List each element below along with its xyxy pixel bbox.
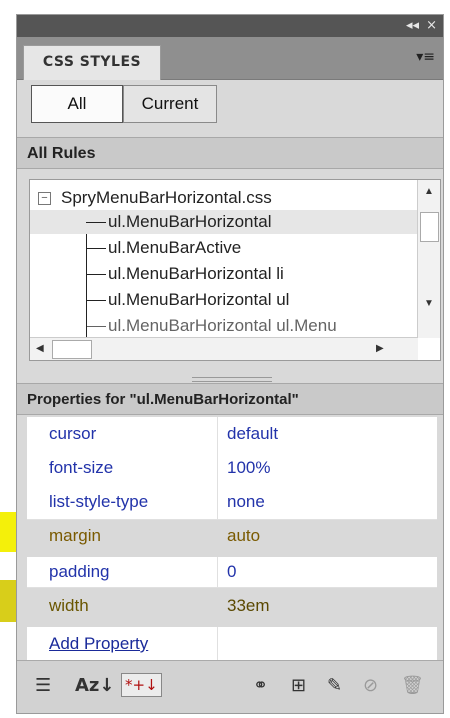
property-name: width [49,596,89,615]
stylesheet-name: SpryMenuBarHorizontal.css [61,188,272,207]
scroll-right-icon[interactable]: ▶ [376,343,384,354]
collapse-icon[interactable]: ◂◂ [406,18,419,34]
tree-vertical-scrollbar[interactable]: ▲ ▼ [417,180,440,338]
tree-horizontal-scrollbar[interactable]: ◀ ▶ [30,337,418,360]
scroll-left-icon[interactable]: ◀ [36,343,44,354]
show-category-view-icon[interactable]: ☰ [35,675,51,697]
rules-tree: − SpryMenuBarHorizontal.css ul.MenuBarHor… [29,179,441,361]
property-value[interactable]: default [227,417,278,451]
property-row-list-style-type[interactable]: list-style-type none [27,485,437,520]
add-property-row: Add Property [27,627,437,662]
property-name: font-size [49,458,114,477]
property-name: cursor [49,424,97,443]
property-name: padding [49,562,110,581]
tree-rule-item[interactable]: ul.MenuBarActive [30,236,241,260]
close-icon[interactable]: × [426,18,437,34]
show-alphabetical-view-icon[interactable]: Az↓ [75,675,115,697]
property-name: list-style-type [49,492,149,511]
properties-header: Properties for "ul.MenuBarHorizontal" [17,383,443,415]
scroll-up-icon[interactable]: ▲ [424,186,434,197]
all-rules-header: All Rules [17,137,443,169]
vertical-scroll-thumb[interactable] [420,212,439,242]
horizontal-scroll-thumb[interactable] [52,340,92,359]
collapse-expander-icon[interactable]: − [38,192,51,206]
show-set-properties-icon[interactable]: *+↓ [121,673,162,697]
tab-row: CSS STYLES ▾≡ [17,37,443,80]
add-property-link[interactable]: Add Property [49,627,148,661]
bottom-toolbar: ☰ Az↓ *+↓ ⚭ ⊞ ✎ ⊘ 🗑 [17,660,443,713]
edit-rule-icon[interactable]: ✎ [327,675,342,697]
panel-menu-icon[interactable]: ▾≡ [416,49,435,65]
property-value[interactable]: none [227,485,265,519]
scroll-down-icon[interactable]: ▼ [424,298,434,309]
tab-css-styles[interactable]: CSS STYLES [23,45,161,80]
disable-property-icon[interactable]: ⊘ [363,675,378,697]
attach-style-sheet-icon[interactable]: ⚭ [253,675,268,697]
property-value[interactable]: 100% [227,451,270,485]
all-button[interactable]: All [31,85,123,123]
property-row-font-size[interactable]: font-size 100% [27,451,437,486]
property-value[interactable]: auto [227,519,260,553]
panel-titlebar: ◂◂ × [17,15,443,37]
tree-rule-item[interactable]: ul.MenuBarHorizontal ul.Menu [30,314,337,338]
property-row-padding[interactable]: padding 0 [27,557,437,588]
property-value[interactable]: 33em [227,589,270,623]
tree-rule-item[interactable]: ul.MenuBarHorizontal li [30,262,284,286]
property-name: margin [49,526,101,545]
resize-grip[interactable] [192,377,272,382]
tree-root[interactable]: − SpryMenuBarHorizontal.css [38,186,272,210]
tree-rule-item[interactable]: ul.MenuBarHorizontal [30,210,440,234]
delete-rule-icon[interactable]: 🗑 [401,675,424,697]
property-row-margin[interactable]: margin auto [27,519,437,554]
property-row-width[interactable]: width 33em [27,589,437,624]
current-button[interactable]: Current [123,85,217,123]
properties-table: cursor default font-size 100% list-style… [27,417,437,662]
css-styles-panel: ◂◂ × CSS STYLES ▾≡ All Current All Rules… [16,14,444,714]
property-row-cursor[interactable]: cursor default [27,417,437,452]
new-css-rule-icon[interactable]: ⊞ [291,675,306,697]
property-value[interactable]: 0 [227,557,236,587]
tree-rule-item[interactable]: ul.MenuBarHorizontal ul [30,288,289,312]
